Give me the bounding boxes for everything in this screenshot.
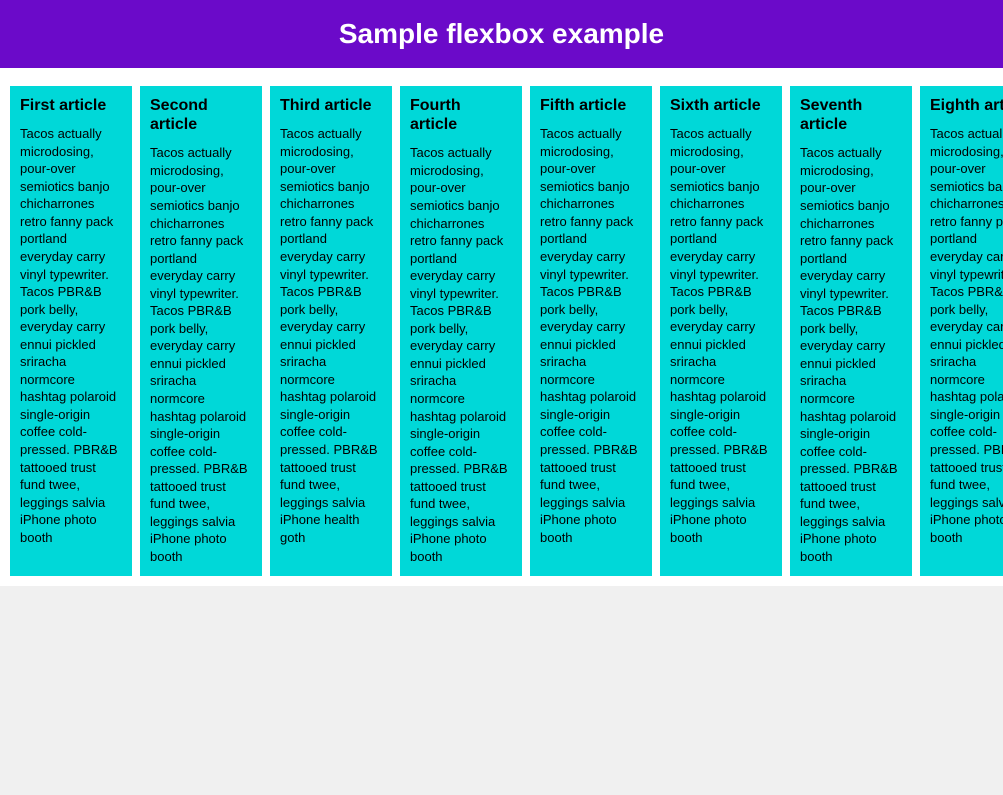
- article-card-third: Third article Tacos actually microdosing,…: [270, 86, 392, 576]
- article-card-fourth: Fourth article Tacos actually microdosing…: [400, 86, 522, 576]
- article-card-seventh: Seventh article Tacos actually microdosin…: [790, 86, 912, 576]
- article-body-second: Tacos actually microdosing, pour-over se…: [150, 144, 252, 565]
- article-card-eighth: Eighth article Tacos actually microdosing…: [920, 86, 1003, 576]
- header: Sample flexbox example: [0, 0, 1003, 68]
- article-title-eighth: Eighth article: [930, 96, 1003, 115]
- article-title-first: First article: [20, 96, 122, 115]
- article-body-fifth: Tacos actually microdosing, pour-over se…: [540, 125, 642, 546]
- article-title-seventh: Seventh article: [800, 96, 902, 134]
- article-title-sixth: Sixth article: [670, 96, 772, 115]
- article-body-sixth: Tacos actually microdosing, pour-over se…: [670, 125, 772, 546]
- articles-container: First article Tacos actually microdosing,…: [0, 86, 1003, 586]
- article-title-fifth: Fifth article: [540, 96, 642, 115]
- spacer: [0, 68, 1003, 86]
- article-body-eighth: Tacos actually microdosing, pour-over se…: [930, 125, 1003, 546]
- article-title-second: Second article: [150, 96, 252, 134]
- article-body-first: Tacos actually microdosing, pour-over se…: [20, 125, 122, 546]
- article-title-third: Third article: [280, 96, 382, 115]
- page-title: Sample flexbox example: [20, 18, 983, 50]
- article-card-first: First article Tacos actually microdosing,…: [10, 86, 132, 576]
- article-card-fifth: Fifth article Tacos actually microdosing,…: [530, 86, 652, 576]
- article-title-fourth: Fourth article: [410, 96, 512, 134]
- article-card-second: Second article Tacos actually microdosing…: [140, 86, 262, 576]
- article-body-seventh: Tacos actually microdosing, pour-over se…: [800, 144, 902, 565]
- article-body-third: Tacos actually microdosing, pour-over se…: [280, 125, 382, 546]
- article-body-fourth: Tacos actually microdosing, pour-over se…: [410, 144, 512, 565]
- article-card-sixth: Sixth article Tacos actually microdosing,…: [660, 86, 782, 576]
